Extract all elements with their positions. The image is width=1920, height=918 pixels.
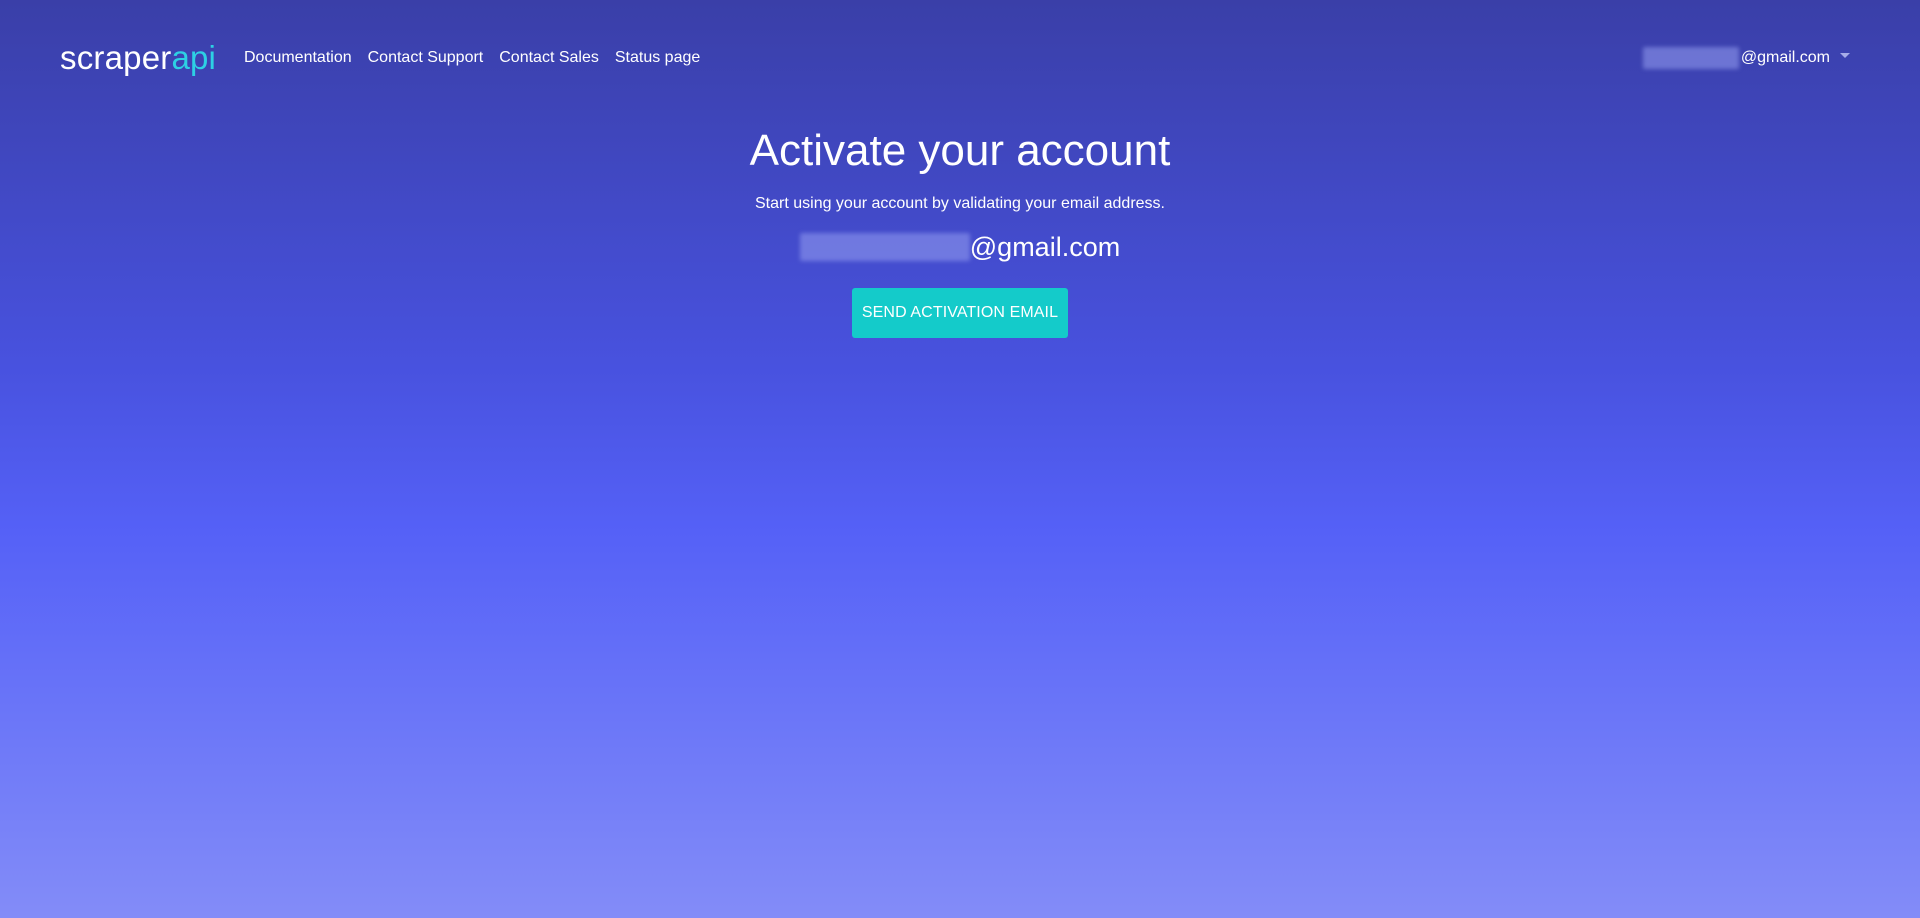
- brand-name-part2: api: [171, 39, 217, 76]
- send-activation-email-button[interactable]: SEND ACTIVATION EMAIL: [852, 288, 1068, 338]
- activation-panel: Activate your account Start using your a…: [0, 124, 1920, 338]
- account-email: @gmail.com: [0, 230, 1920, 264]
- brand-logo[interactable]: scraperapi: [60, 36, 216, 80]
- nav-links: Documentation Contact Support Contact Sa…: [244, 46, 700, 70]
- user-menu[interactable]: @gmail.com: [1642, 46, 1850, 70]
- page-subtitle: Start using your account by validating y…: [755, 195, 1165, 212]
- nav-link-documentation[interactable]: Documentation: [244, 46, 352, 70]
- brand-name-part1: scraper: [60, 39, 172, 76]
- nav-link-contact-sales[interactable]: Contact Sales: [499, 46, 599, 70]
- redacted-email-blur: [799, 233, 970, 261]
- user-email: @gmail.com: [1740, 49, 1830, 66]
- redacted-email-blur: [1642, 47, 1739, 69]
- nav-link-contact-support[interactable]: Contact Support: [368, 46, 484, 70]
- chevron-down-icon: [1840, 52, 1850, 58]
- page-title: Activate your account: [749, 126, 1171, 175]
- top-navbar: scraperapi Documentation Contact Support…: [0, 0, 1920, 116]
- nav-link-status-page[interactable]: Status page: [615, 46, 700, 70]
- account-email-domain: @gmail.com: [969, 232, 1121, 262]
